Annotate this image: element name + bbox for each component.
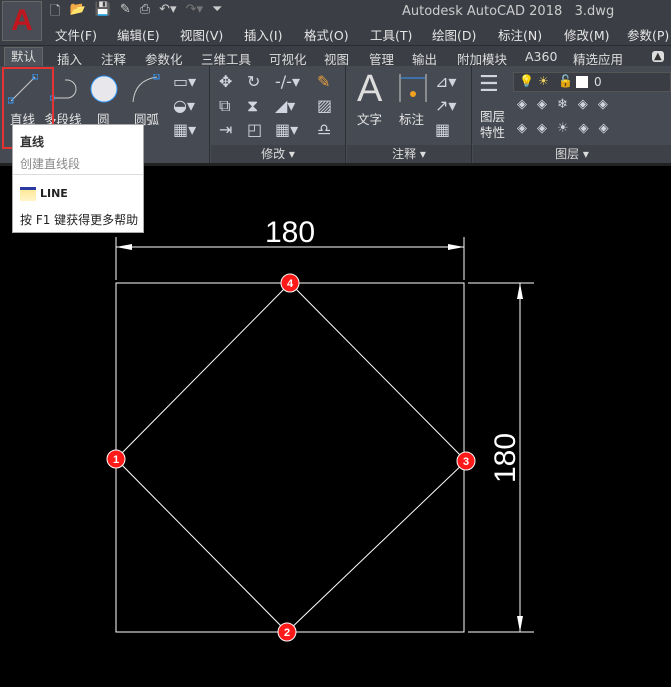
layers-panel-title[interactable]: 图层 ▾ — [473, 145, 671, 163]
drawing-canvas[interactable]: 180 180 1 2 3 4 — [0, 169, 671, 687]
print-icon[interactable]: ⎙ — [140, 2, 150, 24]
dimension-text-horizontal: 180 — [265, 216, 315, 249]
save-icon[interactable]: 💾 — [95, 2, 111, 24]
menu-bar: 文件(F) 编辑(E) 视图(V) 插入(I) 格式(O) 工具(T) 绘图(D… — [0, 25, 671, 43]
minimize-ribbon-button[interactable]: ▲ — [652, 51, 664, 62]
modify-panel: ✥ ↻ -/-▾ ✎ ⧉ ⧗ ◢▾ ▨ ⇥ ◰ ▦▾ ♎ 修改 ▾ — [211, 66, 346, 163]
explode-icon[interactable]: ▨ — [317, 96, 332, 115]
arrowhead — [116, 244, 132, 250]
erase-icon[interactable]: ✎ — [317, 72, 330, 91]
menu-parametric[interactable]: 参数(P) — [627, 25, 669, 44]
mirror-icon[interactable]: ⧗ — [247, 96, 258, 116]
polyline-icon — [50, 79, 77, 101]
dimension-button[interactable]: 标注 — [399, 109, 424, 128]
sun-icon: ☀ — [538, 74, 549, 88]
ribbon-tabs: 默认 插入 注释 参数化 三维工具 可视化 视图 管理 输出 附加模块 A360… — [0, 45, 671, 67]
annotation-panel: A 文字 标注 ⊿▾ ↗▾ ▦ 注释 ▾ — [347, 66, 472, 163]
layers-panel: ☰ 图层 特性 💡 ☀ 🔓 0 ◈◈❄◈◈ ◈◈☀◈◈ 图层 ▾ — [473, 66, 671, 163]
dimension-icon — [399, 74, 427, 102]
stretch-icon[interactable]: ⇥ — [219, 120, 232, 139]
customize-icon[interactable]: ⏷ — [212, 2, 222, 24]
point-label-2: 2 — [284, 627, 290, 639]
table-icon[interactable]: ▦ — [435, 120, 450, 139]
text-icon: A — [357, 68, 383, 110]
arrowhead — [517, 616, 523, 632]
arc-icon — [132, 74, 160, 103]
offset-icon[interactable]: ♎ — [317, 120, 331, 139]
quick-access-toolbar: 🗋 📂 💾 ✎ ⎙ ↶▾ ↷▾ ⏷ — [50, 2, 222, 24]
leader-icon[interactable]: ↗▾ — [435, 96, 456, 115]
rotate-icon[interactable]: ↻ — [247, 72, 260, 91]
line-tooltip: 直线 创建直线段 LINE 按 F1 键获得更多帮助 — [12, 124, 144, 233]
window-title: Autodesk AutoCAD 2018 3.dwg — [402, 4, 615, 19]
angular-dim-icon[interactable]: ⊿▾ — [435, 72, 456, 91]
layer-dropdown[interactable]: 💡 ☀ 🔓 0 — [513, 72, 671, 92]
tooltip-command: LINE — [40, 187, 68, 200]
undo-icon[interactable]: ↶▾ — [159, 2, 176, 24]
tab-a360[interactable]: A360 — [525, 49, 557, 64]
open-icon[interactable]: 📂 — [69, 2, 85, 24]
trim-icon[interactable]: -/-▾ — [275, 72, 300, 91]
redo-icon[interactable]: ↷▾ — [186, 2, 203, 24]
dimension-text-vertical: 180 — [489, 433, 522, 483]
menu-draw[interactable]: 绘图(D) — [432, 25, 476, 44]
menu-modify[interactable]: 修改(M) — [564, 25, 610, 44]
move-icon[interactable]: ✥ — [219, 72, 232, 91]
menu-format[interactable]: 格式(O) — [304, 25, 349, 44]
menu-file[interactable]: 文件(F) — [55, 25, 97, 44]
point-label-3: 3 — [463, 456, 469, 468]
layer-tools-row1-icon[interactable]: ◈◈❄◈◈ — [517, 97, 618, 112]
title-bar: A 🗋 📂 💾 ✎ ⎙ ↶▾ ↷▾ ⏷ Autodesk AutoCAD 201… — [0, 0, 671, 45]
tooltip-help: 按 F1 键获得更多帮助 — [20, 213, 139, 227]
save-as-icon[interactable]: ✎ — [120, 2, 131, 24]
diamond — [115, 282, 467, 633]
arrowhead — [517, 283, 523, 299]
command-icon — [20, 187, 36, 201]
circle-icon — [90, 75, 118, 103]
square — [115, 282, 465, 633]
hatch-icon[interactable]: ◒▾ — [173, 96, 195, 115]
tooltip-divider — [13, 174, 143, 175]
rectangle-icon[interactable]: ▭▾ — [173, 72, 196, 91]
unlock-icon: 🔓 — [558, 74, 573, 88]
scale-icon[interactable]: ◰ — [247, 120, 262, 139]
array-icon[interactable]: ▦▾ — [275, 120, 298, 139]
light-bulb-icon: 💡 — [519, 74, 534, 88]
text-button[interactable]: 文字 — [357, 109, 382, 128]
modify-panel-title[interactable]: 修改 ▾ — [211, 145, 345, 163]
point-label-4: 4 — [287, 278, 294, 290]
fillet-icon[interactable]: ◢▾ — [275, 96, 295, 115]
layer-tools-row2-icon[interactable]: ◈◈☀◈◈ — [517, 121, 619, 136]
layer-properties-icon: ☰ — [479, 72, 499, 97]
boundary-icon[interactable]: ▦▾ — [173, 120, 196, 139]
tab-default[interactable]: 默认 — [4, 47, 44, 67]
tooltip-title: 直线 — [20, 135, 45, 149]
menu-edit[interactable]: 编辑(E) — [117, 25, 160, 44]
layer-color-swatch — [576, 76, 588, 88]
menu-view[interactable]: 视图(V) — [180, 25, 223, 44]
arrowhead — [448, 244, 464, 250]
new-icon[interactable]: 🗋 — [50, 2, 60, 24]
annotation-panel-title[interactable]: 注释 ▾ — [347, 145, 471, 163]
layer-properties-button[interactable]: 图层 特性 — [480, 109, 505, 141]
current-layer: 0 — [594, 75, 602, 89]
tooltip-description: 创建直线段 — [20, 157, 81, 171]
menu-dimension[interactable]: 标注(N) — [498, 25, 542, 44]
copy-icon[interactable]: ⧉ — [219, 96, 230, 116]
point-label-1: 1 — [113, 454, 119, 466]
menu-insert[interactable]: 插入(I) — [244, 25, 282, 44]
menu-tools[interactable]: 工具(T) — [370, 25, 412, 44]
